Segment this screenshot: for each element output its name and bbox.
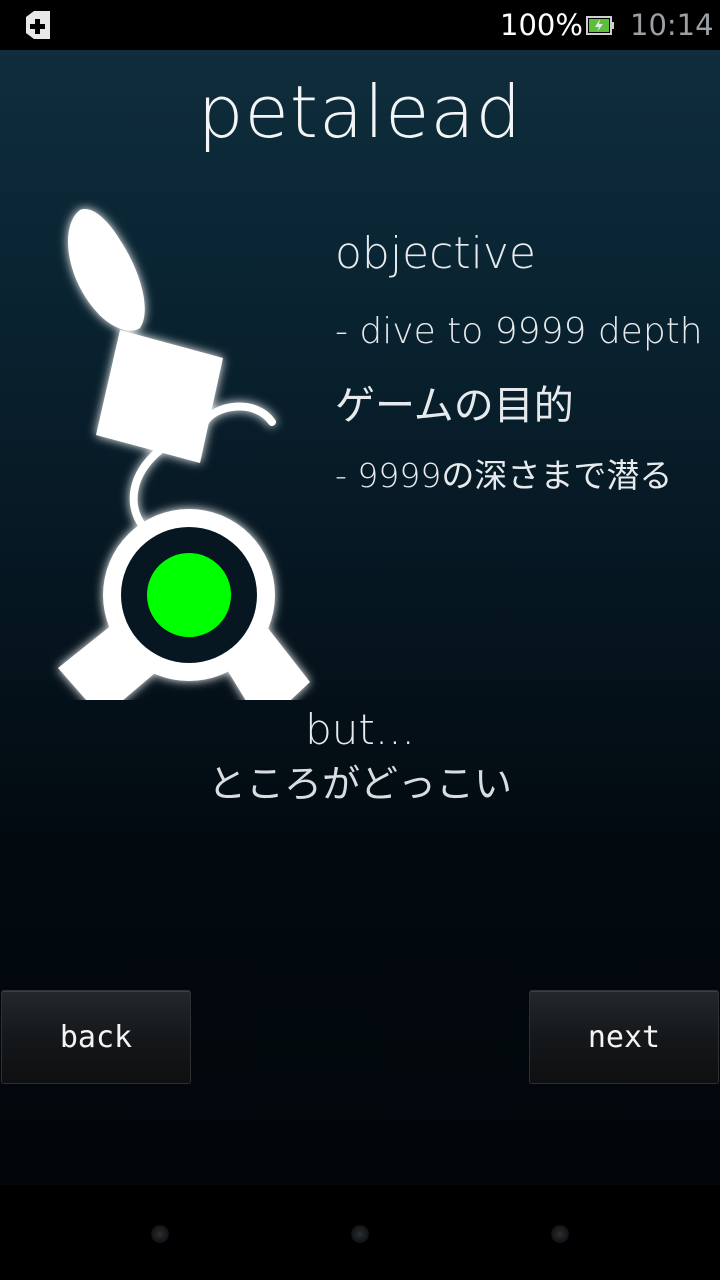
battery-charging-icon [586, 16, 614, 35]
objective-description-ja: - 9999の深さまで潜る [335, 456, 673, 495]
mascot-eye [147, 553, 231, 637]
battery-percentage: 100% [500, 8, 583, 42]
objective-panel: objective - dive to 9999 depth ゲームの目的 - … [335, 228, 715, 498]
back-dot-icon[interactable] [151, 1225, 169, 1243]
app-title: petalead [197, 70, 523, 154]
app-content: petalead objective - dive to 9999 depth … [0, 50, 720, 1185]
home-dot-icon[interactable] [351, 1225, 369, 1243]
plus-badge-icon [26, 11, 50, 39]
petalead-creature-icon [58, 209, 310, 700]
menu-dot-icon[interactable] [551, 1225, 569, 1243]
clock: 10:14 [630, 8, 714, 42]
but-text: but... [305, 705, 415, 754]
objective-heading: objective [335, 228, 536, 279]
status-bar: 100% 10:14 [0, 0, 720, 50]
system-navigation-bar [0, 1185, 720, 1280]
but-text-ja: ところがどっこい [207, 762, 512, 806]
objective-heading-ja: ゲームの目的 [335, 383, 574, 429]
next-button[interactable]: next [529, 990, 719, 1084]
objective-description: - dive to 9999 depth [335, 311, 703, 352]
back-button[interactable]: back [1, 990, 191, 1084]
